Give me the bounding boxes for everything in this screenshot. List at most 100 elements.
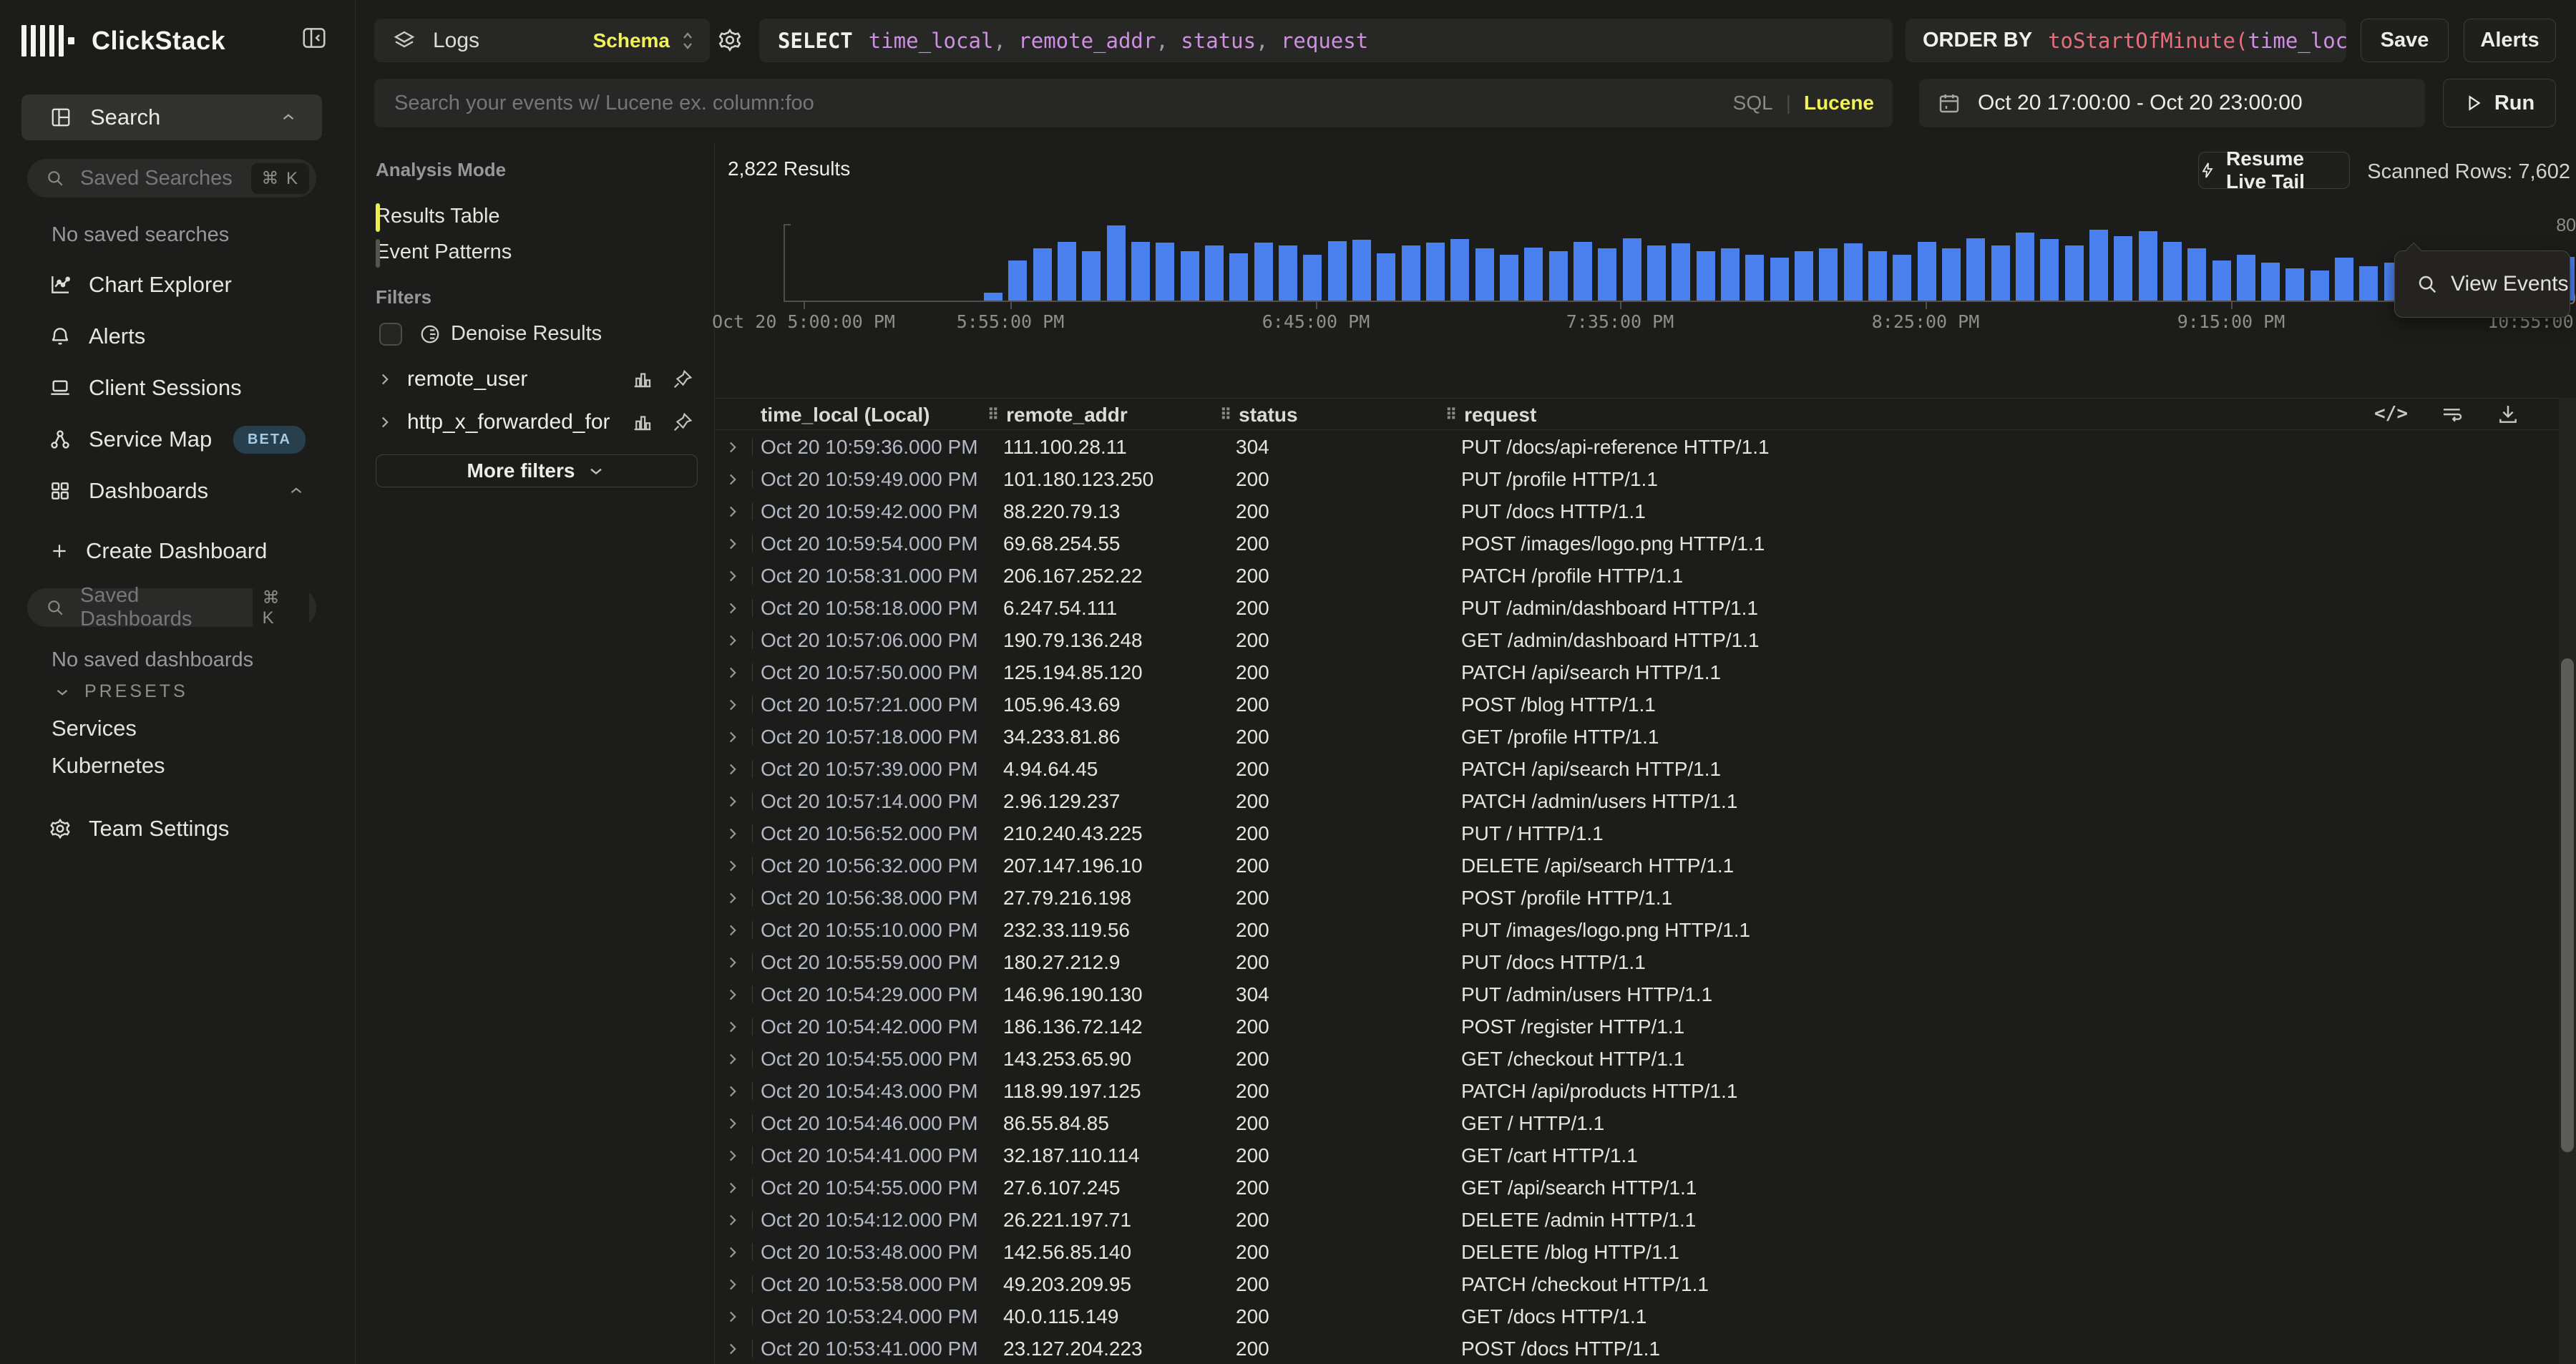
resume-live-tail-button[interactable]: Resume Live Tail [2198,152,2350,189]
cell-remote-addr[interactable]: 186.136.72.142 [1003,1010,1143,1043]
histogram-bar[interactable] [1008,260,1027,301]
sidebar-item-chart-explorer[interactable]: Chart Explorer [0,262,356,308]
cell-request[interactable]: PUT /admin/dashboard HTTP/1.1 [1461,592,1758,624]
cell-request[interactable]: POST /blog HTTP/1.1 [1461,688,1656,721]
histogram-bar[interactable] [1598,248,1616,301]
cell-request[interactable]: PUT /images/logo.png HTTP/1.1 [1461,914,1750,946]
query-language-toggle[interactable]: SQL | Lucene [1733,92,1874,115]
cell-remote-addr[interactable]: 27.79.216.198 [1003,882,1131,914]
cell-status[interactable]: 200 [1236,882,1269,914]
cell-request[interactable]: GET / HTTP/1.1 [1461,1107,1604,1139]
cell-request[interactable]: DELETE /admin HTTP/1.1 [1461,1204,1696,1236]
cell-time-local[interactable]: Oct 20 10:57:39.000 PM [761,753,978,785]
cell-status[interactable]: 200 [1236,817,1269,849]
histogram-bar[interactable] [1770,258,1789,301]
cell-time-local[interactable]: Oct 20 10:54:46.000 PM [761,1107,978,1139]
row-expand-chevron-icon[interactable] [723,1236,742,1268]
cell-status[interactable]: 200 [1236,785,1269,817]
sidebar-item-search[interactable]: Search [21,94,322,140]
row-expand-chevron-icon[interactable] [723,1268,742,1300]
cell-remote-addr[interactable]: 142.56.85.140 [1003,1236,1131,1268]
histogram-bar[interactable] [1107,225,1126,301]
code-view-icon[interactable]: </> [2374,403,2408,426]
cell-time-local[interactable]: Oct 20 10:53:48.000 PM [761,1236,978,1268]
cell-request[interactable]: DELETE /api/search HTTP/1.1 [1461,849,1734,882]
lucene-toggle[interactable]: Lucene [1804,92,1874,115]
row-expand-chevron-icon[interactable] [723,946,742,978]
cell-status[interactable]: 200 [1236,463,1269,495]
cell-status[interactable]: 200 [1236,1010,1269,1043]
row-expand-chevron-icon[interactable] [723,1171,742,1204]
histogram-bar[interactable] [1574,242,1592,301]
histogram-bar[interactable] [1500,255,1518,301]
cell-status[interactable]: 200 [1236,753,1269,785]
cell-remote-addr[interactable]: 40.0.115.149 [1003,1300,1118,1333]
cell-time-local[interactable]: Oct 20 10:53:24.000 PM [761,1300,978,1333]
table-row[interactable]: Oct 20 10:53:41.000 PM23.127.204.223200P… [715,1333,2559,1364]
field-chart-icon[interactable] [632,411,653,433]
field-pin-icon[interactable] [672,369,693,390]
cell-time-local[interactable]: Oct 20 10:56:52.000 PM [761,817,978,849]
row-expand-chevron-icon[interactable] [723,721,742,753]
row-expand-chevron-icon[interactable] [723,1300,742,1333]
cell-request[interactable]: POST /register HTTP/1.1 [1461,1010,1684,1043]
row-expand-chevron-icon[interactable] [723,849,742,882]
cell-time-local[interactable]: Oct 20 10:54:29.000 PM [761,978,978,1010]
histogram-bar[interactable] [1205,245,1224,301]
cell-remote-addr[interactable]: 27.6.107.245 [1003,1171,1121,1204]
cell-remote-addr[interactable]: 105.96.43.69 [1003,688,1121,721]
cell-time-local[interactable]: Oct 20 10:53:58.000 PM [761,1268,978,1300]
cell-status[interactable]: 200 [1236,592,1269,624]
table-row[interactable]: Oct 20 10:57:18.000 PM34.233.81.86200GET… [715,721,2559,753]
column-header-remote-addr[interactable]: ⠿remote_addr [987,399,1128,431]
histogram-bar[interactable] [1942,248,1961,301]
cell-status[interactable]: 200 [1236,527,1269,560]
cell-request[interactable]: PATCH /admin/users HTTP/1.1 [1461,785,1737,817]
row-expand-chevron-icon[interactable] [723,1107,742,1139]
row-expand-chevron-icon[interactable] [723,1333,742,1364]
saved-searches-input[interactable]: Saved Searches ⌘ K [27,159,316,198]
table-row[interactable]: Oct 20 10:54:46.000 PM86.55.84.85200GET … [715,1107,2559,1139]
row-expand-chevron-icon[interactable] [723,688,742,721]
cell-request[interactable]: PATCH /api/search HTTP/1.1 [1461,753,1721,785]
histogram-bar[interactable] [1721,248,1740,301]
cell-time-local[interactable]: Oct 20 10:57:18.000 PM [761,721,978,753]
more-filters-button[interactable]: More filters [376,454,698,487]
cell-status[interactable]: 200 [1236,1139,1269,1171]
cell-request[interactable]: PATCH /profile HTTP/1.1 [1461,560,1683,592]
filter-field-http_x_forwarded_for[interactable]: http_x_forwarded_for [376,406,693,438]
table-row[interactable]: Oct 20 10:59:36.000 PM111.100.28.11304PU… [715,431,2559,463]
table-row[interactable]: Oct 20 10:55:10.000 PM232.33.119.56200PU… [715,914,2559,946]
cell-status[interactable]: 200 [1236,624,1269,656]
histogram-bar[interactable] [1623,238,1641,301]
cell-remote-addr[interactable]: 207.147.196.10 [1003,849,1143,882]
histogram-bar[interactable] [1672,243,1690,301]
histogram-bar[interactable] [1279,245,1297,301]
denoise-results-option[interactable]: Denoise Results [379,322,602,346]
table-row[interactable]: Oct 20 10:53:48.000 PM142.56.85.140200DE… [715,1236,2559,1268]
histogram-bar[interactable] [2261,263,2280,301]
row-expand-chevron-icon[interactable] [723,1010,742,1043]
cell-status[interactable]: 200 [1236,914,1269,946]
table-row[interactable]: Oct 20 10:53:58.000 PM49.203.209.95200PA… [715,1268,2559,1300]
histogram-bar[interactable] [1303,255,1322,301]
column-drag-handle-icon[interactable]: ⠿ [1445,406,1457,424]
histogram-bar[interactable] [1402,245,1420,301]
denoise-checkbox[interactable] [379,323,402,346]
cell-remote-addr[interactable]: 118.99.197.125 [1003,1075,1141,1107]
table-row[interactable]: Oct 20 10:59:54.000 PM69.68.254.55200POS… [715,527,2559,560]
cell-status[interactable]: 200 [1236,495,1269,527]
column-drag-handle-icon[interactable]: ⠿ [1220,406,1231,424]
cell-request[interactable]: POST /profile HTTP/1.1 [1461,882,1672,914]
cell-time-local[interactable]: Oct 20 10:59:42.000 PM [761,495,978,527]
cell-request[interactable]: GET /profile HTTP/1.1 [1461,721,1659,753]
histogram-bar[interactable] [1745,255,1764,301]
histogram-bar[interactable] [2016,233,2034,301]
histogram-bar[interactable] [1991,245,2010,301]
cell-status[interactable]: 200 [1236,1075,1269,1107]
cell-remote-addr[interactable]: 23.127.204.223 [1003,1333,1143,1364]
cell-status[interactable]: 200 [1236,721,1269,753]
cell-request[interactable]: PUT /docs/api-reference HTTP/1.1 [1461,431,1770,463]
cell-status[interactable]: 304 [1236,978,1269,1010]
row-expand-chevron-icon[interactable] [723,560,742,592]
